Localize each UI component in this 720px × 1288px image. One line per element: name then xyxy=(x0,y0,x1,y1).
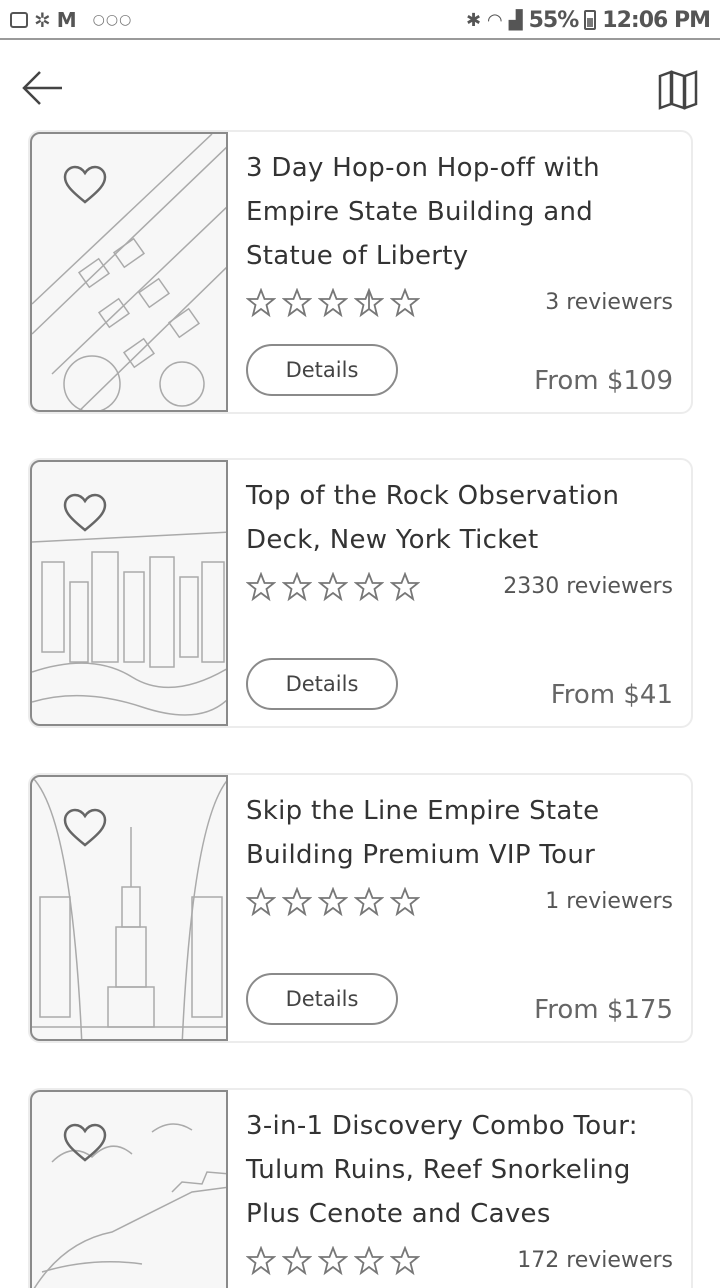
battery-percent: 55% xyxy=(528,7,580,33)
review-count: 3 reviewers xyxy=(545,290,673,315)
tour-title[interactable]: 3-in-1 Discovery Combo Tour: Tulum Ruins… xyxy=(246,1104,686,1236)
tour-image[interactable] xyxy=(30,460,228,726)
map-view-button[interactable] xyxy=(658,70,698,110)
tour-card[interactable]: 3 Day Hop-on Hop-off with Empire State B… xyxy=(28,130,693,414)
system-icons: ✱ ◠ ▟ 55% 12:06 PM xyxy=(465,6,711,34)
favorite-heart-icon[interactable] xyxy=(62,492,108,534)
star-icon xyxy=(282,288,312,318)
star-icon xyxy=(390,572,420,602)
favorite-heart-icon[interactable] xyxy=(62,1122,108,1164)
tour-image[interactable] xyxy=(30,1090,228,1288)
fan-icon: ✲ xyxy=(34,8,51,32)
tour-card[interactable]: 3-in-1 Discovery Combo Tour: Tulum Ruins… xyxy=(28,1088,693,1288)
tour-title[interactable]: 3 Day Hop-on Hop-off with Empire State B… xyxy=(246,146,686,278)
half-star-icon xyxy=(354,288,384,318)
star-icon xyxy=(390,1246,420,1276)
star-icon xyxy=(318,887,348,917)
notification-icons: ✲ M ○○○ xyxy=(10,6,132,34)
review-count: 172 reviewers xyxy=(517,1248,673,1273)
star-icon xyxy=(246,288,276,318)
favorite-heart-icon[interactable] xyxy=(62,164,108,206)
star-icon xyxy=(318,572,348,602)
star-icon xyxy=(390,887,420,917)
back-button[interactable] xyxy=(20,68,66,108)
signal-icon: ▟ xyxy=(508,9,523,31)
tour-title[interactable]: Top of the Rock Observation Deck, New Yo… xyxy=(246,474,686,562)
tour-image[interactable] xyxy=(30,775,228,1041)
details-button[interactable]: Details xyxy=(246,973,398,1025)
image-notification-icon xyxy=(10,12,28,28)
star-icon xyxy=(318,1246,348,1276)
star-icon xyxy=(246,887,276,917)
rating-stars xyxy=(246,1246,420,1276)
rating-stars xyxy=(246,288,420,318)
star-icon xyxy=(354,572,384,602)
details-button[interactable]: Details xyxy=(246,658,398,710)
star-icon xyxy=(390,288,420,318)
tour-price: From $109 xyxy=(534,366,673,396)
star-icon xyxy=(282,572,312,602)
star-icon xyxy=(354,1246,384,1276)
tour-title[interactable]: Skip the Line Empire State Building Prem… xyxy=(246,789,686,877)
star-icon xyxy=(354,887,384,917)
tour-price: From $175 xyxy=(534,995,673,1025)
star-icon xyxy=(282,1246,312,1276)
review-count: 2330 reviewers xyxy=(503,574,673,599)
star-icon xyxy=(246,572,276,602)
app-bar xyxy=(0,40,720,130)
tour-image[interactable] xyxy=(30,132,228,412)
more-notifications-icon: ○○○ xyxy=(92,12,133,28)
gmail-icon: M xyxy=(56,8,77,32)
star-icon xyxy=(318,288,348,318)
battery-icon xyxy=(584,10,597,30)
tour-card[interactable]: Top of the Rock Observation Deck, New Yo… xyxy=(28,458,693,728)
bluetooth-icon: ✱ xyxy=(465,9,482,31)
details-button[interactable]: Details xyxy=(246,344,398,396)
tour-card[interactable]: Skip the Line Empire State Building Prem… xyxy=(28,773,693,1043)
rating-stars xyxy=(246,572,420,602)
map-icon xyxy=(658,70,698,110)
star-icon xyxy=(246,1246,276,1276)
tour-price: From $41 xyxy=(550,680,673,710)
review-count: 1 reviewers xyxy=(545,889,673,914)
status-bar: ✲ M ○○○ ✱ ◠ ▟ 55% 12:06 PM xyxy=(0,0,720,40)
wifi-icon: ◠ xyxy=(487,9,503,31)
star-icon xyxy=(282,887,312,917)
back-arrow-icon xyxy=(22,71,62,105)
rating-stars xyxy=(246,887,420,917)
clock: 12:06 PM xyxy=(602,7,711,33)
favorite-heart-icon[interactable] xyxy=(62,807,108,849)
